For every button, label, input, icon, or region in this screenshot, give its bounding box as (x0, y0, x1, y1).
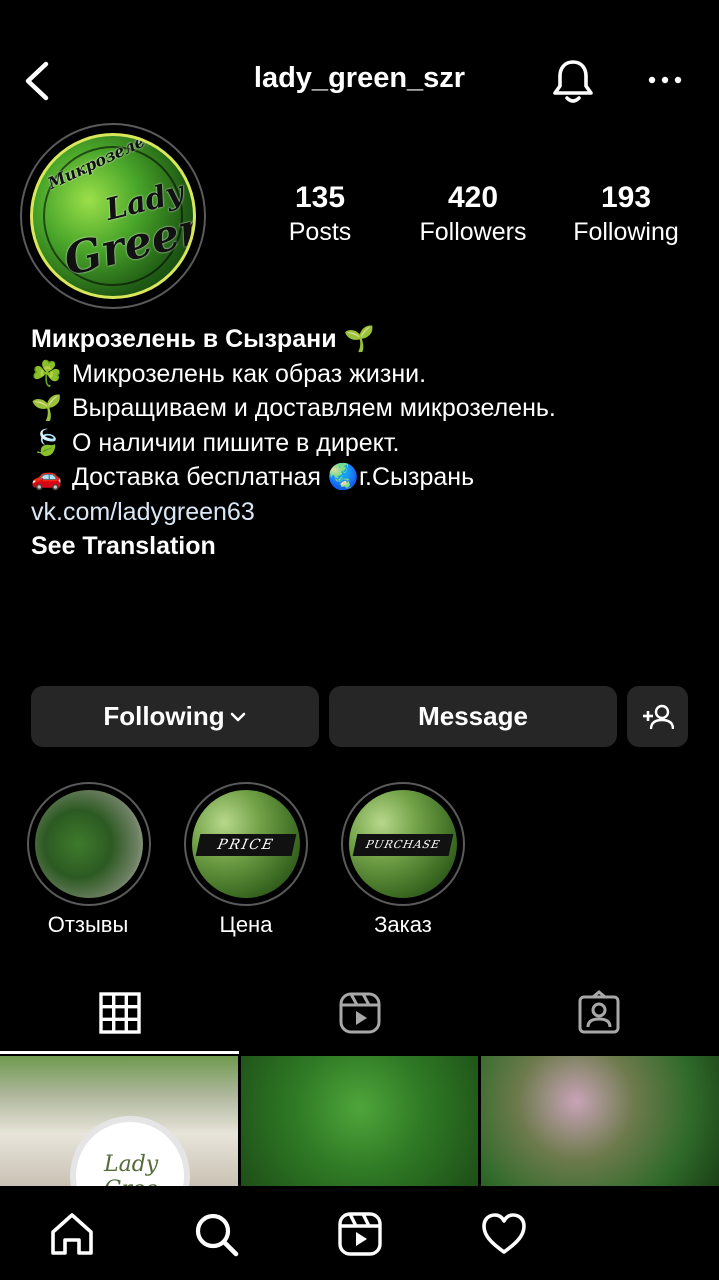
heart-icon[interactable] (480, 1210, 528, 1258)
post-thumbnail[interactable] (481, 1056, 719, 1186)
reels-icon[interactable] (336, 1210, 384, 1258)
followers-count: 420 (447, 181, 499, 214)
bio-line: ☘️ Микрозелень как образ жизни. (31, 357, 711, 392)
message-button-label: Message (418, 701, 528, 731)
bio-line: 🚗 Доставка бесплатная 🌏г.Сызрань (31, 460, 711, 495)
bio-line-text: г.Сызрань (358, 463, 475, 491)
highlight-price[interactable]: PRICE (184, 782, 308, 906)
bio-line-text: О наличии пишите в директ. (71, 428, 400, 457)
following-count: 193 (600, 181, 652, 214)
tagged-icon[interactable] (576, 990, 622, 1036)
more-dots-icon[interactable] (645, 66, 685, 94)
chevron-down-icon (230, 712, 245, 721)
following-label: Following (573, 218, 679, 246)
bell-icon[interactable] (548, 56, 598, 106)
search-icon[interactable] (192, 1210, 240, 1258)
clover-icon: ☘️ (31, 359, 63, 388)
car-icon: 🚗 (31, 463, 63, 491)
posts-count: 135 (294, 181, 346, 214)
seedling-icon: 🌱 (343, 325, 375, 353)
bio-line-text: Выращиваем и доставляем микрозелень. (71, 394, 556, 422)
highlight-label: Отзывы (47, 912, 129, 937)
post-thumbnail[interactable] (241, 1056, 478, 1186)
seedling-icon: 🌱 (31, 394, 63, 422)
reels-tab-icon[interactable] (337, 990, 383, 1036)
message-button[interactable]: Message (329, 686, 617, 747)
highlight-cover (35, 790, 143, 898)
profile-avatar[interactable]: Микрозелень Lady Green (20, 123, 206, 309)
bio-link[interactable]: vk.com/ladygreen63 (31, 495, 711, 530)
highlight-tag: PURCHASE (352, 834, 454, 856)
post-thumbnail[interactable]: Lady Gree (0, 1056, 238, 1186)
see-translation-link[interactable]: See Translation (31, 529, 711, 564)
bio-line: 🍃 О наличии пишите в директ. (31, 426, 711, 461)
bio-line-text: Микрозелень как образ жизни. (71, 359, 427, 388)
bio-line-text: Доставка бесплатная (71, 463, 321, 491)
globe-icon: 🌏 (327, 463, 359, 491)
suggested-users-button[interactable] (627, 686, 688, 747)
following-stat[interactable]: 193 Following (551, 180, 701, 248)
highlight-order[interactable]: PURCHASE (341, 782, 465, 906)
followers-stat[interactable]: 420 Followers (398, 180, 548, 248)
highlight-reviews[interactable] (27, 782, 151, 906)
leaf-icon: 🍃 (31, 428, 63, 457)
highlight-tag: PRICE (195, 834, 297, 856)
home-icon[interactable] (48, 1210, 96, 1258)
highlight-label: Заказ (374, 912, 432, 937)
bio-line: 🌱 Выращиваем и доставляем микрозелень. (31, 391, 711, 426)
followers-label: Followers (419, 218, 527, 246)
highlight-cover: PURCHASE (349, 790, 457, 898)
following-button[interactable]: Following (31, 686, 319, 747)
highlight-cover: PRICE (192, 790, 300, 898)
highlight-label: Цена (219, 912, 273, 937)
avatar-logo: Микрозелень Lady Green (30, 133, 196, 299)
post-product-pot: Lady Gree (70, 1116, 190, 1186)
posts-label: Posts (288, 218, 352, 246)
active-tab-indicator (0, 1051, 239, 1054)
profile-bio: Микрозелень в Сызрани 🌱 ☘️ Микрозелень к… (31, 322, 711, 564)
following-button-label: Following (103, 701, 225, 731)
posts-stat[interactable]: 135 Posts (245, 180, 395, 248)
bio-name: Микрозелень в Сызрани (31, 325, 337, 353)
bio-name-line: Микрозелень в Сызрани 🌱 (31, 322, 711, 357)
add-person-icon (642, 704, 674, 729)
grid-icon[interactable] (97, 990, 143, 1036)
post-label: Lady Gree (104, 1152, 159, 1186)
profile-username: lady_green_szr (253, 62, 466, 94)
